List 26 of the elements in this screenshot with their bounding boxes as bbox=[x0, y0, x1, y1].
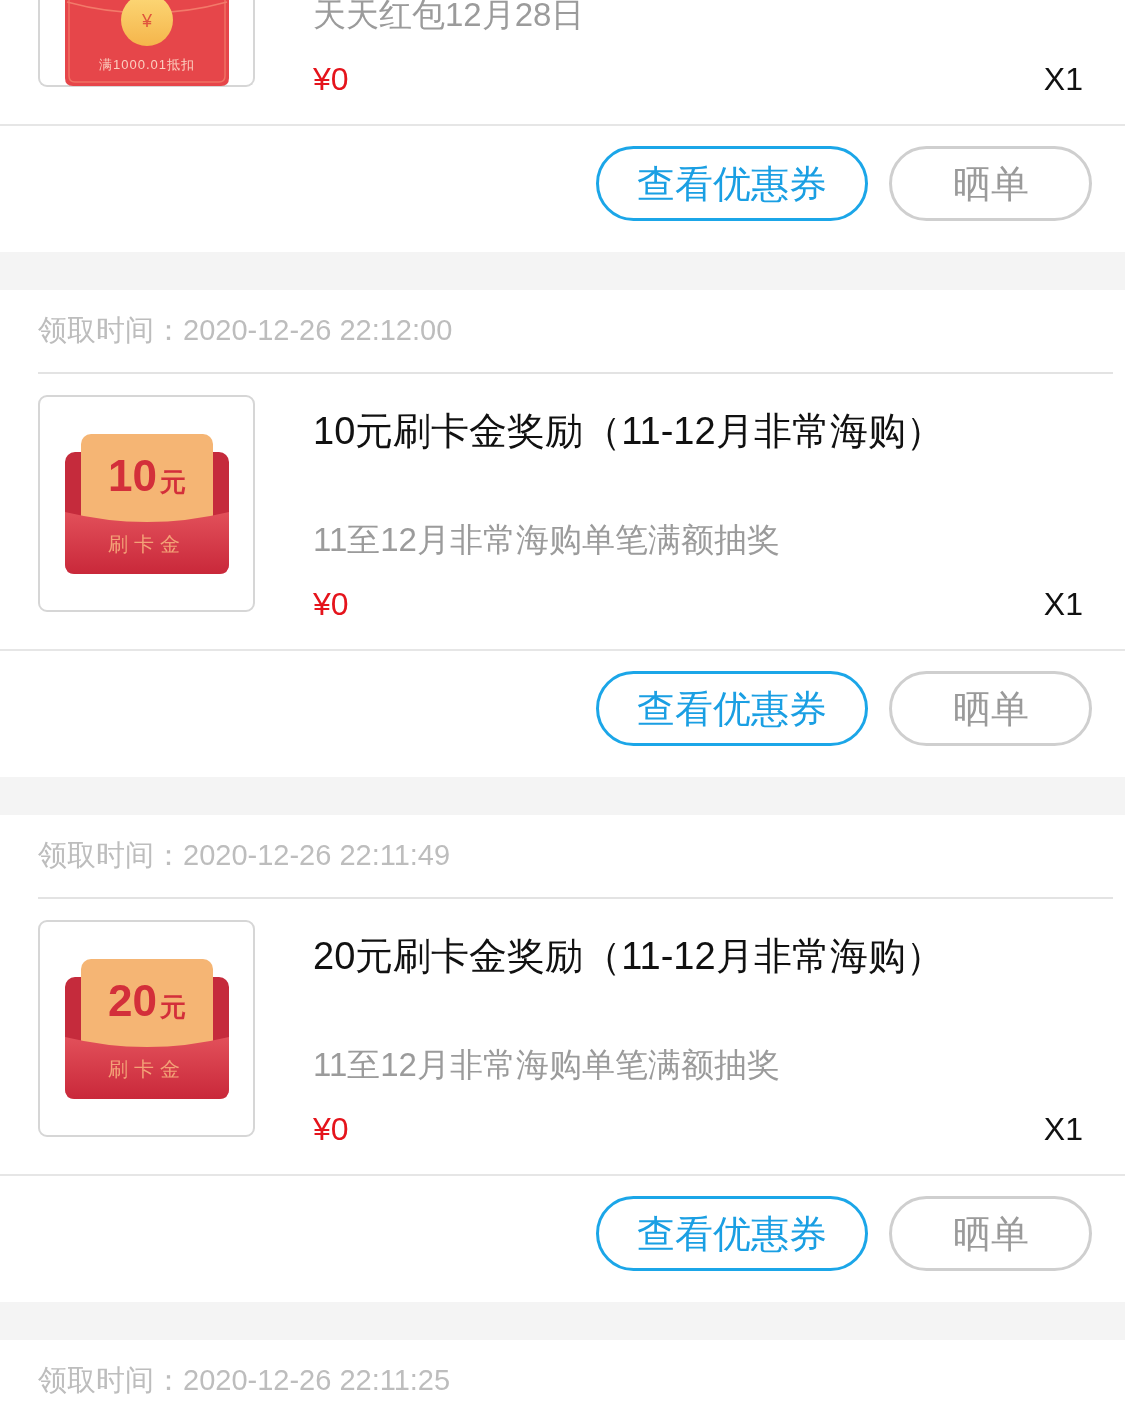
coupon-description: 11至12月非常海购单笔满额抽奖 bbox=[313, 521, 781, 559]
quantity-text: X1 bbox=[1043, 585, 1083, 623]
view-coupon-button[interactable]: 查看优惠券 bbox=[596, 146, 868, 221]
envelope-caption: 刷卡金 bbox=[107, 532, 186, 555]
share-order-button[interactable]: 晒单 bbox=[889, 146, 1092, 221]
view-coupon-button[interactable]: 查看优惠券 bbox=[596, 1196, 868, 1271]
received-time-text: 领取时间：2020-12-26 22:12:00 bbox=[38, 313, 453, 349]
quantity-text: X1 bbox=[1043, 1110, 1083, 1148]
price-text: ¥0 bbox=[313, 585, 349, 623]
amount-text: 10元 bbox=[107, 450, 186, 500]
amount-text: 20元 bbox=[107, 975, 186, 1025]
coupon-description: 天天红包12月28日 bbox=[313, 0, 586, 34]
received-time-text: 领取时间：2020-12-26 22:11:49 bbox=[38, 838, 451, 874]
share-order-button[interactable]: 晒单 bbox=[889, 671, 1092, 746]
price-text: ¥0 bbox=[313, 1110, 349, 1148]
coupon-description: 11至12月非常海购单笔满额抽奖 bbox=[313, 1046, 781, 1084]
coupon-title: 20元刷卡金奖励（11-12月非常海购） bbox=[313, 934, 945, 978]
quantity-text: X1 bbox=[1043, 60, 1083, 98]
received-time-text: 领取时间：2020-12-26 22:11:25 bbox=[38, 1363, 451, 1399]
view-coupon-button[interactable]: 查看优惠券 bbox=[596, 671, 868, 746]
price-text: ¥0 bbox=[313, 60, 349, 98]
envelope-caption: 刷卡金 bbox=[107, 1057, 186, 1080]
coin-symbol-text: ¥ bbox=[141, 11, 152, 31]
envelope-caption: 满1000.01抵扣 bbox=[98, 57, 195, 72]
coupon-title: 10元刷卡金奖励（11-12月非常海购） bbox=[313, 409, 945, 453]
share-order-button[interactable]: 晒单 bbox=[889, 1196, 1092, 1271]
